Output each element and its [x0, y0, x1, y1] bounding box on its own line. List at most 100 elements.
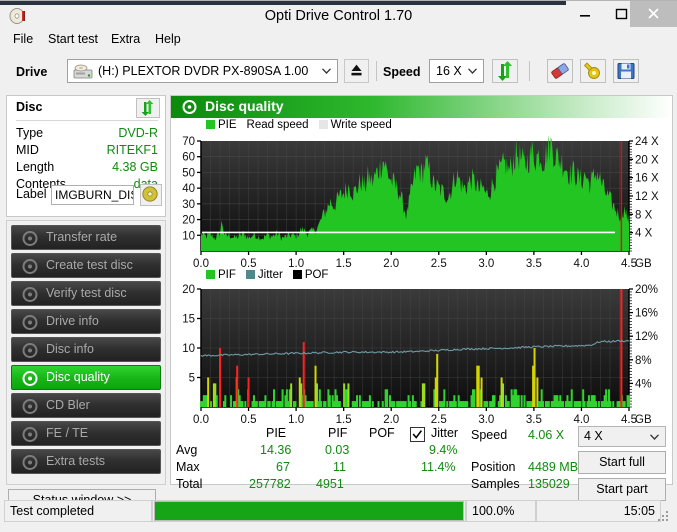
sidebar-item-disc-quality[interactable]: Disc quality [11, 365, 161, 390]
legend-label-jitter: Jitter [257, 269, 283, 281]
svg-text:GB: GB [635, 414, 652, 424]
disc-test-icon [21, 454, 39, 471]
sidebar-item-create-test-disc[interactable]: Create test disc [11, 253, 161, 278]
stats-row-label-avg: Avg [176, 443, 198, 457]
disc-test-icon [21, 286, 39, 303]
sidebar-item-label: Transfer rate [46, 230, 118, 244]
divider [16, 120, 158, 121]
disc-panel-header: Disc [7, 96, 165, 120]
progress-percent-text: 100.0% [472, 504, 515, 518]
test-speed-value: 4 X [584, 429, 603, 443]
stats-avg-pif: 0.03 [325, 443, 350, 457]
tools-button[interactable] [580, 59, 606, 83]
drive-toolbar: Drive (H:) PLEXTOR DVDR PX-890SA 1.00 Sp… [4, 53, 673, 91]
sidebar-item-label: Verify test disc [46, 286, 127, 300]
svg-text:0.5: 0.5 [241, 258, 257, 268]
svg-text:12%: 12% [635, 331, 658, 343]
menu-extra[interactable]: Extra [104, 30, 147, 48]
floppy-save-icon [617, 63, 635, 79]
disc-test-icon [21, 398, 39, 415]
stats-max-pif: 11 [333, 460, 346, 474]
sidebar-item-label: Create test disc [46, 258, 133, 272]
sidebar-item-label: CD Bler [46, 398, 90, 412]
refresh-button[interactable] [492, 59, 518, 83]
drive-select[interactable]: (H:) PLEXTOR DVDR PX-890SA 1.00 [67, 59, 338, 83]
svg-text:24 X: 24 X [635, 136, 659, 148]
main-panel-title: Disc quality [205, 98, 284, 114]
speed-select[interactable]: 16 X [429, 59, 484, 83]
disc-row-length: Length 4.38 GB [16, 160, 158, 177]
disc-row-key: Length [16, 160, 55, 174]
sidebar-item-extra-tests[interactable]: Extra tests [11, 449, 161, 474]
toolbar-separator [376, 61, 377, 81]
disc-row-mid: MID RITEKF1 [16, 143, 158, 160]
svg-text:3.0: 3.0 [478, 258, 494, 268]
svg-text:15: 15 [182, 314, 195, 326]
main-panel: Disc quality PIE Read speed Write speed 10… [170, 95, 673, 501]
disc-panel-title: Disc [16, 100, 43, 114]
sidebar-item-cd-bler[interactable]: CD Bler [11, 393, 161, 418]
disc-test-icon [21, 258, 39, 275]
minimize-button[interactable] [566, 1, 603, 27]
legend-label-read-speed: Read speed [246, 119, 309, 131]
stats-info-label-position: Position [471, 460, 516, 474]
svg-text:1.0: 1.0 [288, 258, 304, 268]
svg-text:1.5: 1.5 [336, 414, 352, 424]
disc-label-button[interactable] [140, 184, 162, 206]
save-button[interactable] [613, 59, 639, 83]
chevron-down-icon [322, 68, 331, 74]
sidebar-item-drive-info[interactable]: Drive info [11, 309, 161, 334]
speed-value: 16 X [436, 64, 462, 78]
stats-header-pie: PIE [266, 426, 287, 440]
svg-text:20: 20 [182, 215, 195, 227]
wrench-gear-icon [583, 62, 600, 79]
stats-total-pif: 4951 [316, 477, 344, 491]
svg-text:20%: 20% [635, 284, 658, 296]
sidebar-item-verify-test-disc[interactable]: Verify test disc [11, 281, 161, 306]
resize-grip-icon[interactable] [657, 510, 669, 522]
svg-text:20 X: 20 X [635, 154, 659, 166]
sidebar-item-label: Drive info [46, 314, 99, 328]
legend-label-write-speed: Write speed [330, 119, 392, 131]
toolbar-separator-2 [529, 61, 530, 81]
svg-text:4.0: 4.0 [573, 258, 589, 268]
sidebar-item-transfer-rate[interactable]: Transfer rate [11, 225, 161, 250]
disc-refresh-button[interactable] [136, 98, 160, 118]
stats-header-pif: PIF [328, 426, 348, 440]
disc-row-value: 4.38 GB [112, 160, 158, 174]
stats-header-jitter: Jitter [431, 426, 459, 440]
svg-text:50: 50 [182, 167, 195, 179]
status-bar: Test completed 100.0% 15:05 [4, 492, 673, 526]
disc-row-key: Type [16, 126, 44, 140]
disc-test-icon [21, 370, 39, 387]
disc-test-icon [21, 426, 39, 443]
menu-file[interactable]: File [6, 30, 40, 48]
close-button[interactable] [630, 1, 677, 27]
sidebar-item-disc-info[interactable]: Disc info [11, 337, 161, 362]
stats-max-pie: 67 [276, 460, 290, 474]
test-speed-select[interactable]: 4 X [578, 426, 666, 447]
sidebar-item-fe-te[interactable]: FE / TE [11, 421, 161, 446]
erase-button[interactable] [547, 59, 573, 83]
sidebar-item-label: Disc info [46, 342, 94, 356]
eject-button[interactable] [344, 59, 369, 83]
svg-text:3.5: 3.5 [526, 258, 542, 268]
stats-info-label-samples: Samples [471, 477, 520, 491]
svg-text:60: 60 [182, 152, 195, 164]
jitter-checkbox[interactable] [410, 427, 425, 442]
menu-start-test[interactable]: Start test [41, 30, 105, 48]
menu-help[interactable]: Help [148, 30, 188, 48]
refresh-arrows-icon [498, 61, 512, 81]
title-bar: Opti Drive Control 1.70 [0, 0, 677, 29]
svg-text:4 X: 4 X [635, 228, 653, 240]
svg-text:4.0: 4.0 [573, 414, 589, 424]
sidebar-nav: Transfer rate Create test disc Verify te… [6, 220, 166, 485]
disc-label-input[interactable]: IMGBURN_DIS [51, 185, 134, 205]
svg-text:0.5: 0.5 [241, 414, 257, 424]
pif-chart-legend: PIF Jitter POF [206, 269, 338, 281]
svg-text:3.0: 3.0 [478, 414, 494, 424]
speed-label: Speed [383, 65, 421, 79]
stats-info-label-speed: Speed [471, 428, 508, 442]
start-full-button[interactable]: Start full [578, 451, 666, 474]
svg-text:2.5: 2.5 [431, 258, 447, 268]
